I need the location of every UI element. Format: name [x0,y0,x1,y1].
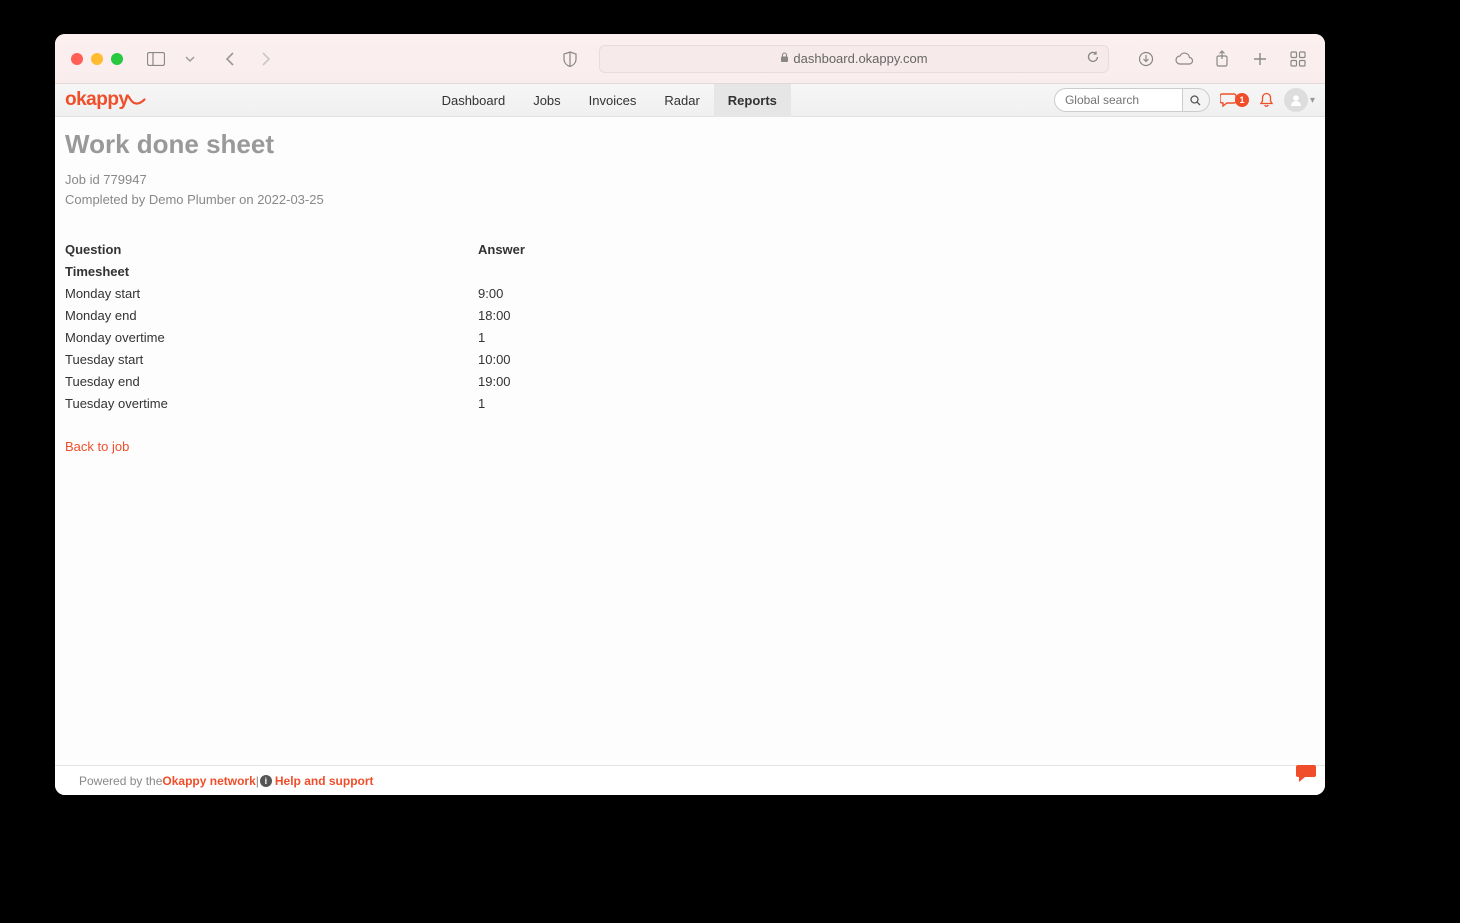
question-cell: Monday overtime [65,327,478,349]
info-icon: i [260,775,272,787]
bell-icon[interactable] [1259,92,1274,108]
nav-tab-dashboard[interactable]: Dashboard [428,84,520,117]
minimize-window-button[interactable] [91,53,103,65]
answer-cell: 1 [478,393,485,415]
table-row: Monday end18:00 [65,305,1315,327]
nav-tabs: DashboardJobsInvoicesRadarReports [428,84,791,117]
smile-icon [125,90,147,115]
table-row: Tuesday overtime1 [65,393,1315,415]
table-section-row: Timesheet [65,261,1315,283]
sidebar-toggle-icon[interactable] [145,48,167,70]
close-window-button[interactable] [71,53,83,65]
maximize-window-button[interactable] [111,53,123,65]
back-to-job-link[interactable]: Back to job [65,439,129,454]
completed-by-line: Completed by Demo Plumber on 2022-03-25 [65,190,1315,210]
question-cell: Tuesday end [65,371,478,393]
nav-tab-radar[interactable]: Radar [650,84,713,117]
global-search [1054,88,1210,112]
cloud-icon[interactable] [1173,48,1195,70]
window-controls [71,53,123,65]
forward-button[interactable] [255,48,277,70]
answer-cell: 19:00 [478,371,511,393]
search-button[interactable] [1182,88,1210,112]
okappy-network-link[interactable]: Okappy network [162,774,255,788]
table-row: Monday start9:00 [65,283,1315,305]
nav-tab-jobs[interactable]: Jobs [519,84,574,117]
section-timesheet: Timesheet [65,261,478,283]
chat-widget-icon[interactable] [1295,763,1317,789]
search-input[interactable] [1054,88,1182,112]
footer-sep: | [256,774,259,788]
chevron-down-icon: ▾ [1310,95,1315,106]
page-title: Work done sheet [65,129,1315,160]
page-content: Work done sheet Job id 779947 Completed … [55,117,1325,765]
header-answer: Answer [478,239,525,261]
chat-badge: 1 [1235,93,1249,107]
question-cell: Monday start [65,283,478,305]
footer-powered: Powered by the [79,774,162,788]
avatar-icon [1284,88,1308,112]
browser-titlebar: dashboard.okappy.com [55,34,1325,84]
chevron-down-icon[interactable] [179,48,201,70]
url-text: dashboard.okappy.com [793,51,927,66]
download-icon[interactable] [1135,48,1157,70]
table-row: Tuesday start10:00 [65,349,1315,371]
browser-window: dashboard.okappy.com okappy [55,34,1325,795]
share-icon[interactable] [1211,48,1233,70]
tab-overview-icon[interactable] [1287,48,1309,70]
lock-icon [780,52,789,66]
help-support-link[interactable]: Help and support [275,774,374,788]
address-bar[interactable]: dashboard.okappy.com [599,45,1109,73]
footer: Powered by the Okappy network | i Help a… [55,765,1325,795]
answer-cell: 18:00 [478,305,511,327]
table-row: Tuesday end19:00 [65,371,1315,393]
qa-table: Question Answer Timesheet Monday start9:… [65,239,1315,415]
job-id-line: Job id 779947 [65,170,1315,190]
refresh-icon[interactable] [1086,50,1100,67]
app-navbar: okappy DashboardJobsInvoicesRadarReports… [55,84,1325,117]
answer-cell: 10:00 [478,349,511,371]
nav-tab-invoices[interactable]: Invoices [575,84,651,117]
question-cell: Tuesday start [65,349,478,371]
new-tab-icon[interactable] [1249,48,1271,70]
table-header-row: Question Answer [65,239,1315,261]
table-row: Monday overtime1 [65,327,1315,349]
answer-cell: 1 [478,327,485,349]
chat-icon[interactable]: 1 [1220,92,1249,108]
header-question: Question [65,239,478,261]
question-cell: Tuesday overtime [65,393,478,415]
shield-icon[interactable] [559,48,581,70]
question-cell: Monday end [65,305,478,327]
answer-cell: 9:00 [478,283,503,305]
okappy-logo[interactable]: okappy [65,89,145,111]
nav-tab-reports[interactable]: Reports [714,84,791,117]
back-button[interactable] [219,48,241,70]
user-menu[interactable]: ▾ [1284,88,1315,112]
